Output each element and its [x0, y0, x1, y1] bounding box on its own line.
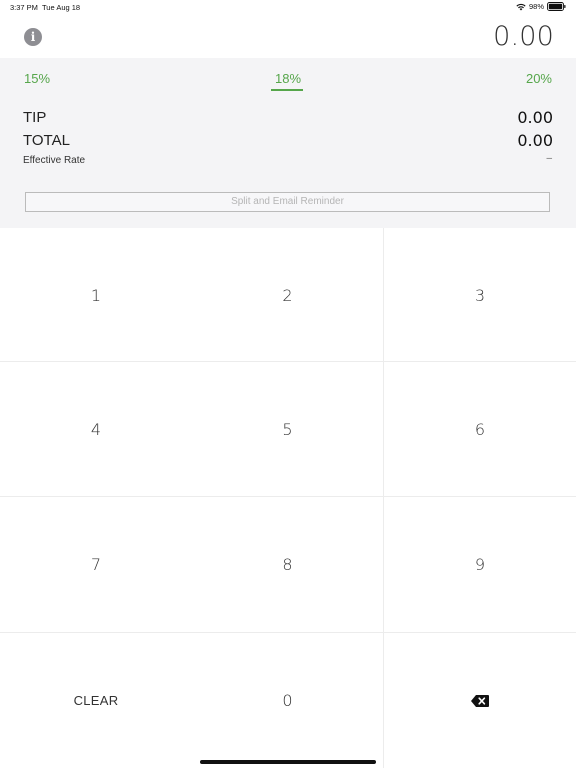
status-date: Tue Aug 18: [42, 3, 81, 12]
battery-percent: 98%: [528, 2, 544, 11]
total-value: 0.00: [517, 131, 553, 150]
header: i 0.00: [0, 14, 576, 58]
split-email-reminder-button[interactable]: Split and Email Reminder: [25, 192, 550, 212]
summary-panel: 15% 18% 20% TIP 0.00 TOTAL 0.00 Effectiv…: [0, 58, 576, 228]
backspace-icon: [471, 694, 489, 707]
key-4[interactable]: 4: [0, 362, 192, 497]
keypad: 1 2 3 4 5 6 7 8 9 CLEAR 0: [0, 228, 576, 768]
tip-option-20[interactable]: 20%: [526, 71, 552, 86]
key-6[interactable]: 6: [384, 362, 576, 497]
key-2[interactable]: 2: [192, 228, 383, 362]
backspace-button[interactable]: [384, 633, 576, 768]
status-bar: 3:37 PM Tue Aug 18 98%: [0, 0, 576, 14]
bill-amount-display: 0.00: [493, 21, 554, 52]
tip-option-15[interactable]: 15%: [24, 71, 50, 86]
effective-rate-label: Effective Rate: [23, 155, 86, 166]
status-time: 3:37 PM: [10, 3, 38, 12]
key-0[interactable]: 0: [192, 633, 383, 768]
tip-label: TIP: [23, 109, 47, 126]
home-indicator[interactable]: [200, 760, 376, 764]
key-5[interactable]: 5: [192, 362, 383, 497]
key-9[interactable]: 9: [384, 497, 576, 632]
key-1[interactable]: 1: [0, 228, 192, 362]
key-3[interactable]: 3: [384, 228, 576, 362]
key-7[interactable]: 7: [0, 497, 192, 632]
wifi-icon: [516, 3, 526, 10]
info-icon[interactable]: i: [24, 28, 42, 46]
tip-value: 0.00: [517, 108, 553, 127]
effective-rate-value: –: [546, 153, 552, 164]
total-label: TOTAL: [23, 132, 70, 149]
battery-icon: [547, 2, 566, 11]
selected-tip-indicator: [271, 89, 303, 91]
tip-option-18[interactable]: 18%: [275, 71, 301, 86]
key-8[interactable]: 8: [192, 497, 383, 632]
status-indicators: 98%: [516, 2, 566, 11]
clear-button[interactable]: CLEAR: [0, 633, 192, 768]
